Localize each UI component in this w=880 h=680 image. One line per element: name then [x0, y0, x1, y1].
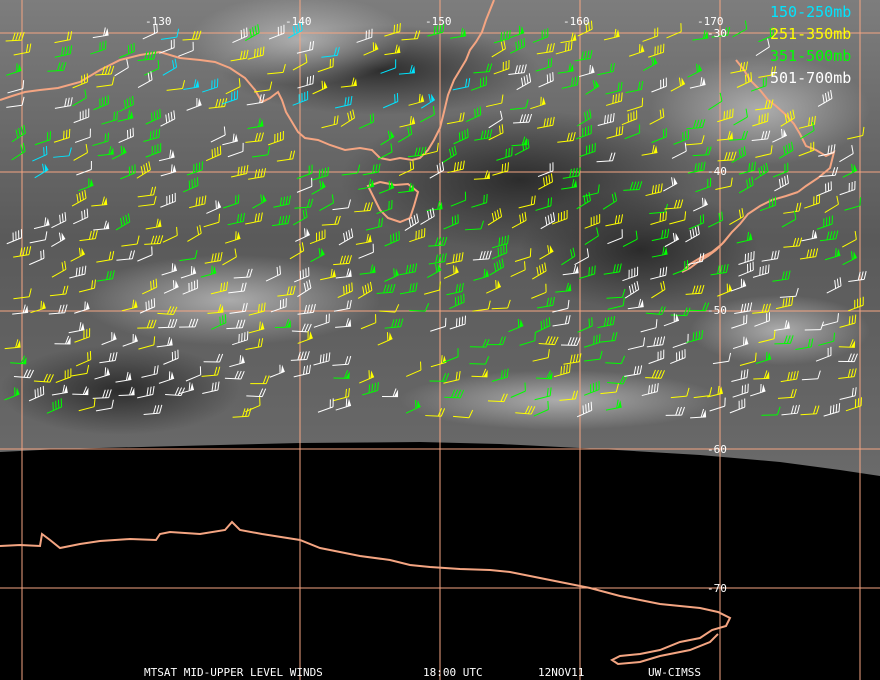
lon-label: -150: [425, 15, 452, 28]
wind-map: -130 -140 -150 -160 -170 -30 -40 -50 -60…: [0, 0, 880, 680]
lon-label: -160: [563, 15, 590, 28]
lat-label: -70: [707, 582, 727, 595]
lon-label: -140: [285, 15, 312, 28]
lon-label: -130: [145, 15, 172, 28]
lat-label: -60: [707, 443, 727, 456]
footer-date: 12NOV11: [538, 666, 584, 679]
footer-time: 18:00 UTC: [423, 666, 483, 679]
legend-item-251-350mb: 251-350mb: [770, 25, 851, 43]
footer-source: UW-CIMSS: [648, 666, 701, 679]
lat-label: -40: [707, 165, 727, 178]
legend-item-351-500mb: 351-500mb: [770, 47, 851, 65]
legend-item-150-250mb: 150-250mb: [770, 3, 851, 21]
lat-label: -30: [707, 27, 727, 40]
footer-product: MTSAT MID-UPPER LEVEL WINDS: [144, 666, 323, 679]
legend-item-501-700mb: 501-700mb: [770, 69, 851, 87]
lat-label: -50: [707, 304, 727, 317]
